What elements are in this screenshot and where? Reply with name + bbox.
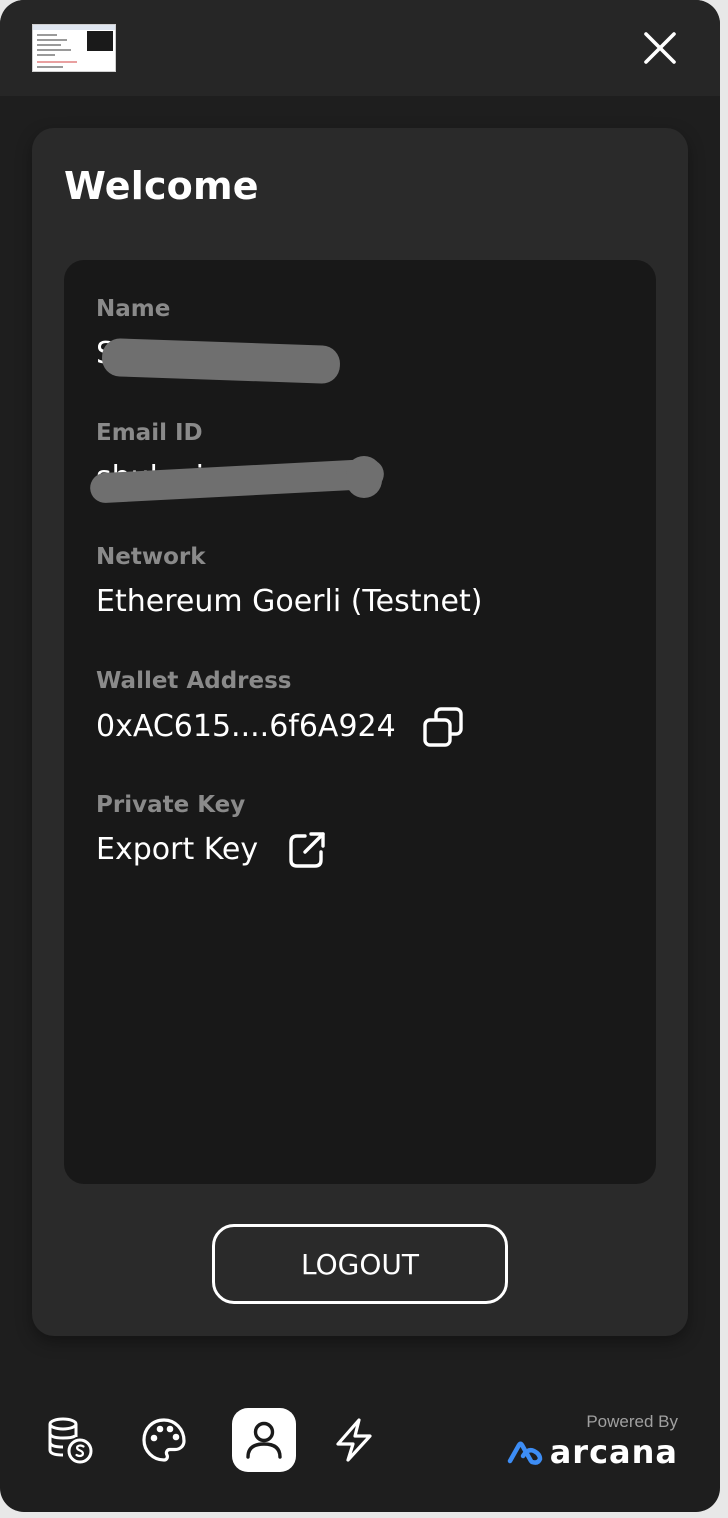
wallet-panel: Welcome Name Sh Email ID shuk...io Netwo… [0,0,720,1512]
powered-by-text: Powered By [586,1412,678,1431]
export-key-row[interactable]: Export Key [96,830,326,870]
powered-by-block: Powered By arcana [506,1412,678,1470]
nav-activity-button[interactable] [322,1408,386,1472]
header-bar [0,0,720,96]
user-icon [246,1421,282,1459]
palette-icon [142,1418,186,1462]
redaction-scribble [101,337,341,385]
account-info-panel: Name Sh Email ID shuk...io Network Ether… [64,260,656,1184]
network-label: Network [96,544,206,570]
external-link-icon [289,832,325,868]
copy-icon [423,707,463,747]
nav-profile-button[interactable] [232,1408,296,1472]
network-field: Network Ethereum Goerli (Testnet) [96,542,482,622]
private-key-label: Private Key [96,792,246,818]
site-thumbnail [32,24,116,72]
email-label: Email ID [96,420,203,446]
copy-address-button[interactable] [422,706,464,748]
wallet-address-label: Wallet Address [96,668,292,694]
wallet-address-row: 0xAC615....6f6A924 [96,706,464,748]
arcana-logo-icon [507,1441,542,1465]
bottom-nav: Powered By arcana [0,1392,720,1488]
nav-tokens-button[interactable] [38,1408,102,1472]
nav-theme-button[interactable] [132,1408,196,1472]
name-label: Name [96,296,171,322]
arcana-brand-name: arcana [549,1433,678,1471]
redaction-scribble [346,456,382,498]
coins-icon [48,1417,93,1464]
profile-card: Welcome Name Sh Email ID shuk...io Netwo… [32,128,688,1336]
private-key-field: Private Key Export Key [96,790,326,870]
close-button[interactable] [636,24,684,72]
network-value: Ethereum Goerli (Testnet) [96,584,483,619]
close-icon [644,32,676,64]
arcana-logo: arcana [506,1434,678,1470]
wallet-address-field: Wallet Address 0xAC615....6f6A924 [96,666,464,748]
welcome-title: Welcome [64,164,259,208]
export-key-button[interactable] [288,831,326,869]
logout-button[interactable]: LOGOUT [212,1224,508,1304]
wallet-address-value: 0xAC615....6f6A924 [96,709,396,744]
export-key-link[interactable]: Export Key [96,830,258,870]
lightning-icon [336,1418,372,1462]
